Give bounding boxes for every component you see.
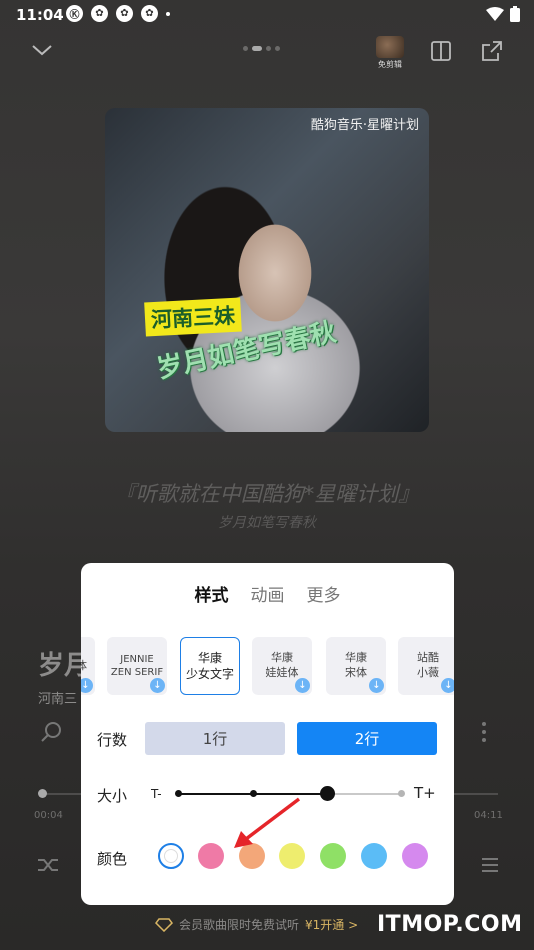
lyric-style-panel: 样式 动画 更多 体 ↓ JENNIE ZEN SERIF ↓ 华康 少女文字 … <box>81 563 454 905</box>
pinwheel-notification-icon: ✿ <box>91 5 108 22</box>
font-picker[interactable]: 体 ↓ JENNIE ZEN SERIF ↓ 华康 少女文字 华康 娃娃体 ↓ … <box>81 637 454 697</box>
font-option-label: 体 <box>81 658 87 672</box>
color-swatch-selected[interactable] <box>158 843 184 869</box>
page-dot <box>275 46 280 51</box>
chevron-down-icon[interactable] <box>30 40 54 60</box>
color-swatch[interactable] <box>198 843 224 869</box>
size-slider-thumb[interactable] <box>320 786 335 801</box>
rows-1-button[interactable]: 1行 <box>145 722 285 755</box>
split-view-icon[interactable] <box>430 40 452 62</box>
font-option[interactable]: 华康 娃娃体 ↓ <box>252 637 312 695</box>
download-icon: ↓ <box>369 678 384 693</box>
font-option[interactable]: 华康 宋体 ↓ <box>326 637 386 695</box>
album-source-text: 酷狗音乐·星曜计划 <box>310 118 419 133</box>
font-option-label: JENNIE ZEN SERIF <box>110 653 164 679</box>
size-step-dot[interactable] <box>398 790 405 797</box>
panel-tabs: 样式 动画 更多 <box>81 581 454 606</box>
tab-animation[interactable]: 动画 <box>251 581 285 606</box>
size-decrease-label: T- <box>151 787 162 801</box>
album-artist-badge: 河南三妹 <box>144 297 242 337</box>
tab-more[interactable]: 更多 <box>307 581 341 606</box>
rows-2-button[interactable]: 2行 <box>297 722 437 755</box>
playlist-icon[interactable] <box>476 855 498 875</box>
size-label: 大小 <box>97 787 128 805</box>
download-icon: ↓ <box>81 678 93 693</box>
free-edit-thumbnail <box>376 36 404 58</box>
status-app-icons: Ⓚ ✿ ✿ ✿ <box>66 5 170 22</box>
wifi-icon <box>486 7 504 21</box>
lyric-next-line[interactable]: 岁月如笔写春秋 <box>0 512 534 532</box>
free-edit-button[interactable]: 免剪辑 <box>372 36 408 69</box>
font-option-label: 华康 宋体 <box>345 651 367 679</box>
color-label: 颜色 <box>97 850 128 868</box>
status-time: 11:04 <box>16 6 64 24</box>
font-option[interactable]: 体 ↓ <box>81 637 95 695</box>
size-step-dot[interactable] <box>175 790 182 797</box>
color-swatch[interactable] <box>361 843 387 869</box>
more-notifications-dot <box>166 12 170 16</box>
page-dot <box>266 46 271 51</box>
size-increase-label: T+ <box>414 784 436 802</box>
elapsed-time: 00:04 <box>34 810 63 821</box>
more-vertical-icon[interactable] <box>480 720 488 744</box>
share-icon[interactable] <box>481 40 503 62</box>
vip-open-link[interactable]: ¥1开通 > <box>305 916 358 933</box>
page-dot <box>243 46 248 51</box>
vip-trial-text: 会员歌曲限时免费试听 <box>179 918 300 932</box>
status-bar: 11:04 Ⓚ ✿ ✿ ✿ <box>0 0 534 30</box>
font-option[interactable]: JENNIE ZEN SERIF ↓ <box>107 637 167 695</box>
album-cover[interactable]: 酷狗音乐·星曜计划 河南三妹 岁月如笔写春秋 <box>105 108 429 432</box>
song-artist[interactable]: 河南三 <box>38 688 77 707</box>
font-option-label: 华康 娃娃体 <box>265 651 299 679</box>
shuffle-icon[interactable] <box>36 855 60 875</box>
download-icon: ↓ <box>441 678 454 693</box>
tab-style[interactable]: 样式 <box>195 581 229 606</box>
color-swatch[interactable] <box>402 843 428 869</box>
vip-trial-bar[interactable]: 会员歌曲限时免费试听 ¥1开通 > <box>155 916 358 933</box>
size-step-dot[interactable] <box>250 790 257 797</box>
status-right-icons <box>486 6 520 22</box>
color-swatch[interactable] <box>239 843 265 869</box>
font-option-label: 站酷 小薇 <box>417 651 439 679</box>
diamond-icon <box>155 917 173 932</box>
font-option[interactable]: 站酷 小薇 ↓ <box>398 637 454 695</box>
download-icon: ↓ <box>295 678 310 693</box>
search-icon[interactable] <box>40 720 64 744</box>
total-time: 04:11 <box>474 810 503 821</box>
rows-label: 行数 <box>97 731 128 749</box>
lyric-current-line[interactable]: 『听歌就在中国酷狗*星曜计划』 <box>0 478 534 508</box>
color-swatch[interactable] <box>279 843 305 869</box>
progress-thumb[interactable] <box>38 789 47 798</box>
kugou-notification-icon: Ⓚ <box>66 5 83 22</box>
pinwheel-notification-icon: ✿ <box>141 5 158 22</box>
site-watermark: ITMOP.COM <box>377 912 523 937</box>
page-indicator <box>243 46 280 51</box>
color-swatch[interactable] <box>320 843 346 869</box>
page-dot-active <box>252 46 262 51</box>
free-edit-label: 免剪辑 <box>378 60 402 69</box>
battery-icon <box>510 6 520 22</box>
pinwheel-notification-icon: ✿ <box>116 5 133 22</box>
font-option-selected[interactable]: 华康 少女文字 <box>180 637 240 695</box>
font-option-label: 华康 少女文字 <box>185 650 234 681</box>
download-icon: ↓ <box>150 678 165 693</box>
